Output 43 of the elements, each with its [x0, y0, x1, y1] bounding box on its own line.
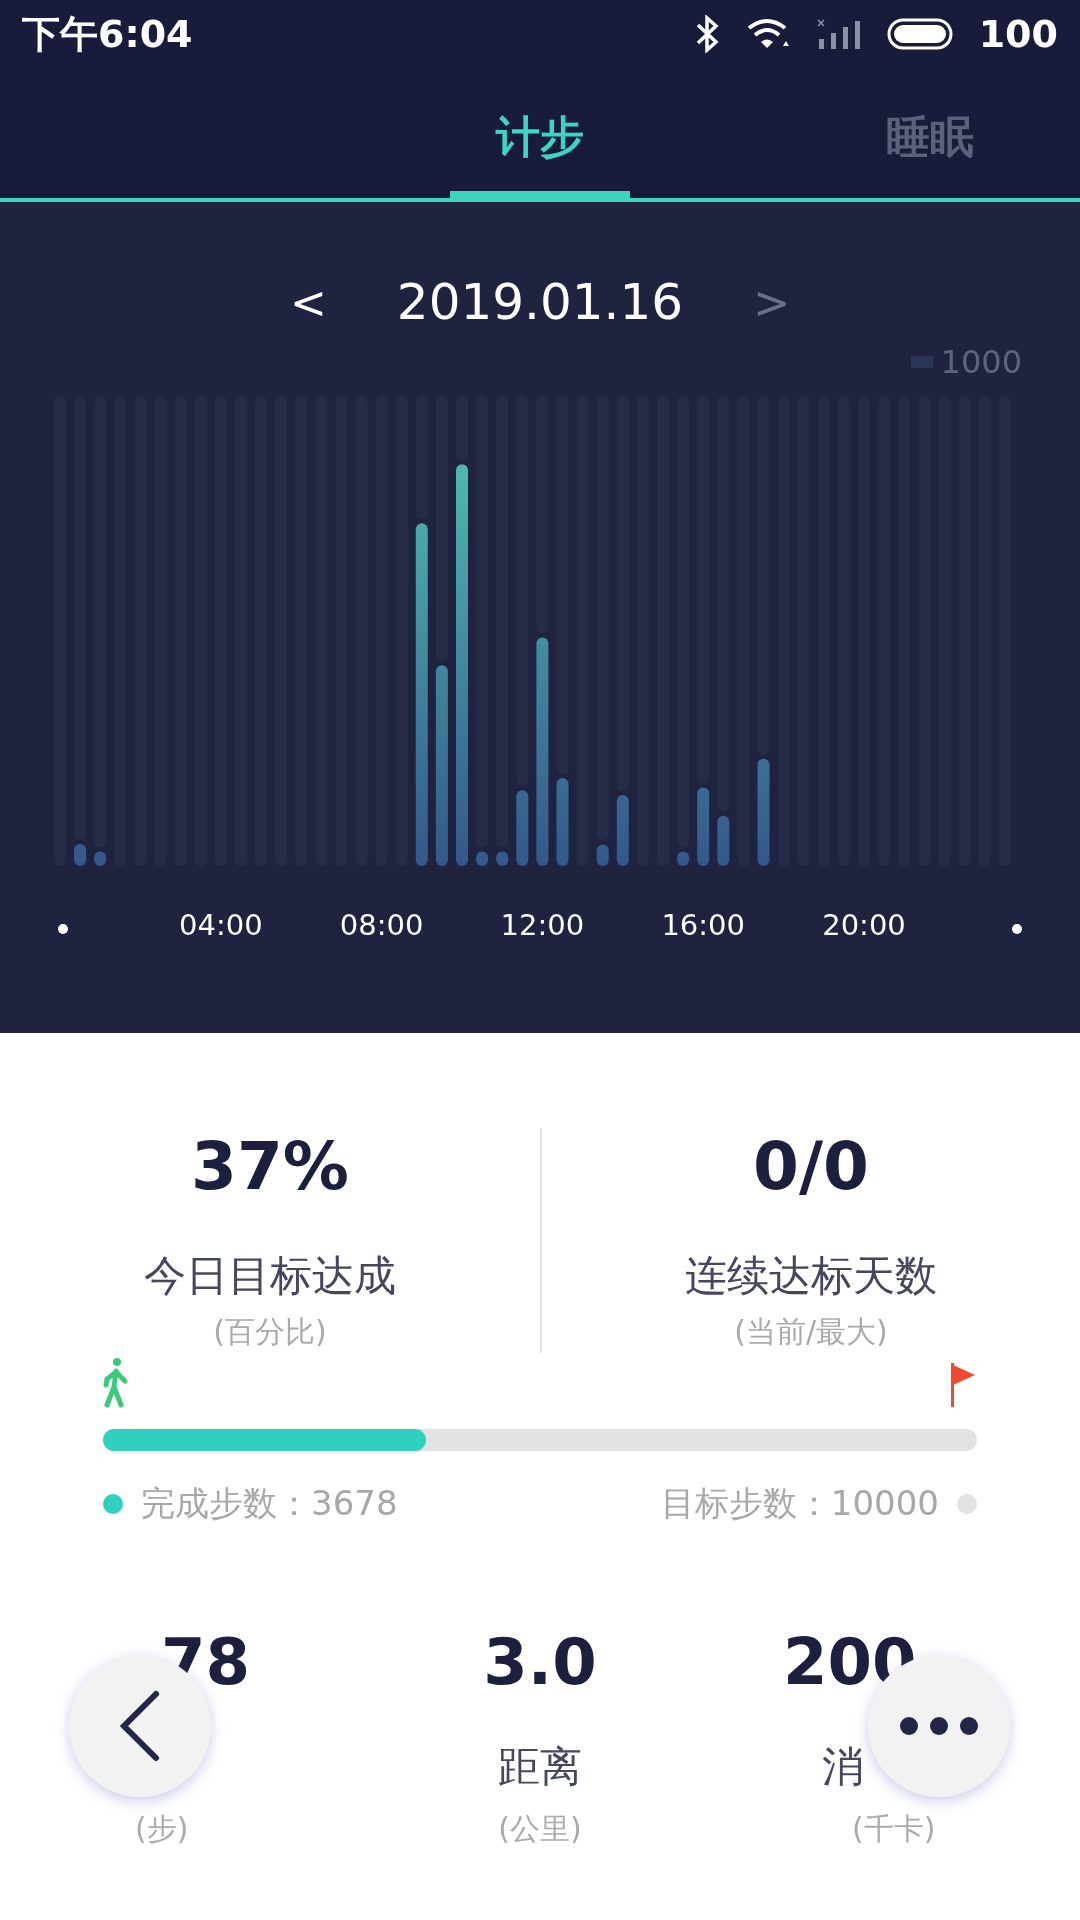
stat-label: 今日目标达成	[144, 1250, 396, 1302]
stat-value: 0/0	[753, 1128, 869, 1207]
completed-steps: 完成步数：3678	[141, 1481, 398, 1527]
step-bar	[74, 843, 87, 866]
step-bar	[677, 851, 690, 866]
battery-icon	[886, 18, 953, 50]
stat-unit: (公里)	[498, 1810, 582, 1848]
legend-dot	[957, 1494, 977, 1514]
time-label: 12:00	[500, 908, 585, 942]
time-label: 16:00	[661, 908, 745, 942]
stat-label: 连续达标天数	[685, 1250, 937, 1302]
battery-level: 100	[978, 12, 1058, 56]
stat-unit: (步)	[135, 1810, 189, 1848]
date-label: 2019.01.16	[396, 273, 684, 331]
stat-value: 37%	[191, 1128, 349, 1207]
legend-dot	[103, 1494, 123, 1514]
status-time: 下午6:04	[22, 10, 193, 58]
stat-value: 3.0	[483, 1625, 597, 1701]
back-icon	[118, 1690, 162, 1762]
step-bar	[94, 851, 107, 866]
axis-dot	[58, 924, 68, 934]
scale-label: 1000	[940, 343, 1022, 381]
time-label: 20:00	[822, 908, 906, 942]
more-icon	[899, 1716, 979, 1736]
bluetooth-icon	[694, 15, 721, 53]
time-label: 04:00	[179, 908, 263, 942]
stat-unit: (百分比)	[213, 1313, 327, 1351]
target-steps: 目标步数：10000	[660, 1481, 939, 1527]
stat-unit: (当前/最大)	[734, 1313, 888, 1351]
step-bar	[476, 851, 489, 866]
step-bar	[616, 795, 629, 866]
flag-icon	[949, 1361, 977, 1409]
wifi-icon	[746, 18, 791, 50]
previous-day-button[interactable]: <	[280, 276, 337, 328]
stat-label: 消	[822, 1742, 864, 1791]
signal-icon	[816, 17, 861, 51]
stat-label: 距离	[498, 1742, 582, 1791]
step-bar	[717, 815, 730, 866]
step-bar	[496, 851, 509, 866]
axis-dot	[1012, 924, 1022, 934]
time-label: 08:00	[339, 908, 424, 942]
stat-unit: (千卡)	[852, 1810, 937, 1848]
step-bar	[596, 844, 609, 866]
